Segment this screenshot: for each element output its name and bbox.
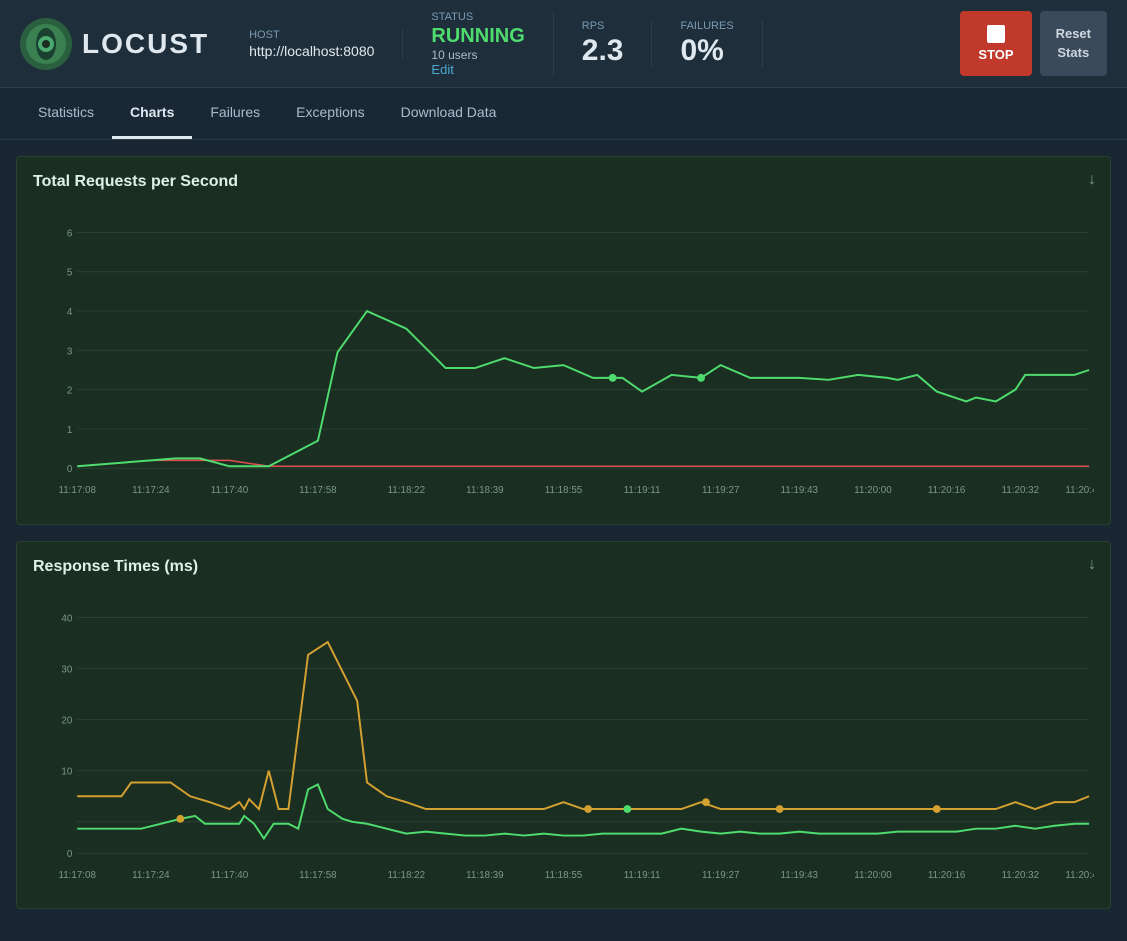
nav-item-exceptions[interactable]: Exceptions <box>278 88 382 139</box>
status-block: STATUS RUNNING 10 users Edit <box>403 11 553 77</box>
svg-text:5: 5 <box>67 268 73 279</box>
svg-text:2: 2 <box>67 386 72 397</box>
rps-block: RPS 2.3 <box>554 20 653 68</box>
rps-label: RPS <box>582 20 624 32</box>
svg-text:4: 4 <box>67 307 73 318</box>
rps-chart-svg: 6 5 4 3 2 1 0 11:17:08 11:17:24 11:17:40… <box>33 203 1094 508</box>
nav-item-statistics[interactable]: Statistics <box>20 88 112 139</box>
svg-text:11:20:32: 11:20:32 <box>1002 485 1039 496</box>
svg-text:1: 1 <box>67 425 72 436</box>
logo-text: LOCUST <box>82 28 209 60</box>
rps-download-icon[interactable]: ↓ <box>1088 171 1096 189</box>
host-value: http://localhost:8080 <box>249 43 374 59</box>
header-info: HOST http://localhost:8080 STATUS RUNNIN… <box>249 11 940 77</box>
svg-text:11:19:27: 11:19:27 <box>702 485 739 496</box>
header: LOCUST HOST http://localhost:8080 STATUS… <box>0 0 1127 88</box>
main-content: Total Requests per Second ↓ 6 5 4 3 2 1 … <box>0 140 1127 941</box>
nav-item-download[interactable]: Download Data <box>383 88 515 139</box>
edit-link[interactable]: Edit <box>431 62 453 77</box>
svg-text:11:18:39: 11:18:39 <box>466 485 503 496</box>
svg-text:0: 0 <box>67 464 73 475</box>
nav: Statistics Charts Failures Exceptions Do… <box>0 88 1127 140</box>
stop-label: STOP <box>978 47 1013 62</box>
svg-text:30: 30 <box>61 664 72 675</box>
failures-label: FAILURES <box>680 20 733 32</box>
response-chart-title: Response Times (ms) <box>33 558 1094 576</box>
reset-label: ResetStats <box>1056 26 1091 59</box>
response-download-icon[interactable]: ↓ <box>1088 556 1096 574</box>
rps-chart-title: Total Requests per Second <box>33 173 1094 191</box>
rps-chart-container: Total Requests per Second ↓ 6 5 4 3 2 1 … <box>16 156 1111 525</box>
svg-text:6: 6 <box>67 228 73 239</box>
nav-item-charts[interactable]: Charts <box>112 88 192 139</box>
host-block: HOST http://localhost:8080 <box>249 29 403 59</box>
svg-text:11:18:55: 11:18:55 <box>545 485 583 496</box>
response-chart-area: 40 30 20 10 0 11:17:08 11:17:24 <box>33 588 1094 893</box>
svg-text:11:17:40: 11:17:40 <box>211 485 249 496</box>
status-label: STATUS <box>431 11 524 23</box>
svg-text:20: 20 <box>61 715 72 726</box>
svg-text:11:19:43: 11:19:43 <box>781 485 819 496</box>
rps-chart-area: 6 5 4 3 2 1 0 11:17:08 11:17:24 11:17:40… <box>33 203 1094 508</box>
users-value: 10 users <box>431 48 524 62</box>
response-chart-container: Response Times (ms) ↓ 40 30 20 10 0 <box>16 541 1111 910</box>
svg-text:0: 0 <box>67 849 73 860</box>
rps-value: 2.3 <box>582 34 624 68</box>
svg-text:3: 3 <box>67 346 73 357</box>
reset-button[interactable]: ResetStats <box>1040 11 1107 76</box>
svg-text:40: 40 <box>61 613 72 624</box>
svg-text:11:20:16: 11:20:16 <box>928 485 966 496</box>
svg-text:11:18:22: 11:18:22 <box>388 485 425 496</box>
stop-icon <box>987 25 1005 43</box>
status-value: RUNNING <box>431 25 524 48</box>
svg-text:11:19:11: 11:19:11 <box>624 485 661 496</box>
failures-value: 0% <box>680 34 733 68</box>
header-buttons: STOP ResetStats <box>960 11 1107 76</box>
stop-button[interactable]: STOP <box>960 11 1031 76</box>
svg-text:11:20:00: 11:20:00 <box>854 485 892 496</box>
svg-text:11:17:58: 11:17:58 <box>299 485 337 496</box>
logo-icon <box>20 18 72 70</box>
response-chart-svg: 40 30 20 10 0 11:17:08 11:17:24 <box>33 588 1094 893</box>
svg-text:11:17:08: 11:17:08 <box>58 485 96 496</box>
nav-item-failures[interactable]: Failures <box>192 88 278 139</box>
svg-text:11:20:48: 11:20:48 <box>1065 485 1094 496</box>
host-label: HOST <box>249 29 374 41</box>
svg-text:11:17:24: 11:17:24 <box>132 485 170 496</box>
logo-area: LOCUST <box>20 18 209 70</box>
failures-block: FAILURES 0% <box>652 20 762 68</box>
svg-text:10: 10 <box>61 766 72 777</box>
